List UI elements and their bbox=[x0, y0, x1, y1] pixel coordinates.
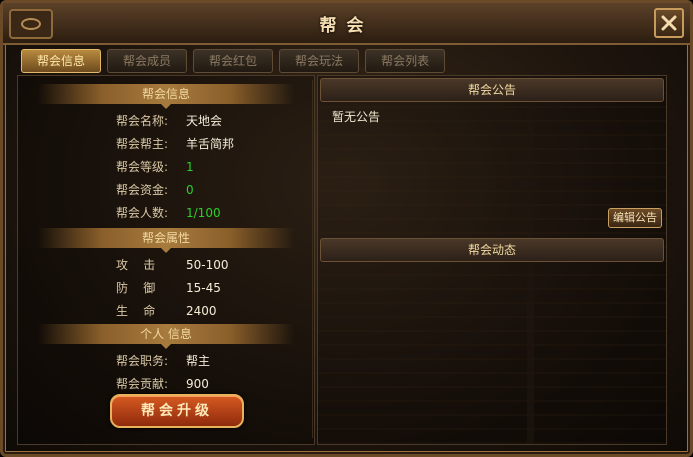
attr-label: 防 御 bbox=[116, 281, 156, 295]
info-value: 0 bbox=[186, 183, 194, 197]
info-value: 天地会 bbox=[186, 114, 223, 128]
personal-label: 帮会贡献: bbox=[116, 377, 169, 391]
personal-row-contribution: 帮会贡献: 900 bbox=[116, 375, 209, 392]
section-title-info: 帮会信息 bbox=[38, 84, 294, 109]
dynamics-title: 帮会动态 bbox=[320, 238, 664, 262]
tab-guild-info[interactable]: 帮会信息 bbox=[21, 49, 102, 73]
close-icon bbox=[661, 15, 677, 31]
info-row-level: 帮会等级: 1 bbox=[116, 158, 194, 175]
window-title: 帮会 bbox=[319, 16, 374, 36]
attr-value: 50-100 bbox=[186, 258, 229, 272]
attr-row-hp: 生 命 2400 bbox=[116, 302, 217, 319]
personal-value: 帮主 bbox=[186, 354, 211, 368]
panel-divider bbox=[312, 80, 313, 438]
info-row-funds: 帮会资金: 0 bbox=[116, 181, 194, 198]
close-button[interactable] bbox=[654, 8, 684, 38]
attr-row-attack: 攻 击 50-100 bbox=[116, 256, 229, 273]
guild-upgrade-button[interactable]: 帮会升级 bbox=[110, 394, 244, 428]
info-value: 1/100 bbox=[186, 206, 221, 220]
info-label: 帮会等级: bbox=[116, 160, 169, 174]
attr-label: 生 命 bbox=[116, 304, 156, 318]
guild-notice-panel: 帮会公告 暂无公告 编辑公告 帮会动态 bbox=[317, 75, 667, 445]
personal-value: 900 bbox=[186, 377, 209, 391]
section-title-personal: 个人 信息 bbox=[38, 324, 294, 349]
info-label: 帮会名称: bbox=[116, 114, 169, 128]
info-label: 帮会人数: bbox=[116, 206, 169, 220]
tab-guild-list[interactable]: 帮会列表 bbox=[365, 49, 446, 73]
info-label: 帮会帮主: bbox=[116, 137, 169, 151]
attr-value: 2400 bbox=[186, 304, 217, 318]
info-row-members: 帮会人数: 1/100 bbox=[116, 204, 221, 221]
attr-row-defense: 防 御 15-45 bbox=[116, 279, 221, 296]
personal-label: 帮会职务: bbox=[116, 354, 169, 368]
attr-value: 15-45 bbox=[186, 281, 221, 295]
edit-notice-button[interactable]: 编辑公告 bbox=[608, 208, 662, 228]
info-label: 帮会资金: bbox=[116, 183, 169, 197]
notice-title: 帮会公告 bbox=[320, 78, 664, 102]
info-value: 1 bbox=[186, 160, 194, 174]
title-bar: 帮会 bbox=[3, 3, 690, 45]
tab-guild-red-packet[interactable]: 帮会红包 bbox=[193, 49, 274, 73]
personal-row-position: 帮会职务: 帮主 bbox=[116, 352, 210, 369]
notice-text: 暂无公告 bbox=[332, 110, 381, 124]
info-value: 羊舌简邦 bbox=[186, 137, 235, 151]
tab-guild-members[interactable]: 帮会成员 bbox=[107, 49, 188, 73]
info-row-leader: 帮会帮主: 羊舌简邦 bbox=[116, 135, 234, 152]
guild-window: 帮会 帮会信息 帮会成员 帮会红包 帮会玩法 帮会列表 帮会信息 帮会名称: 天地… bbox=[0, 0, 693, 457]
tab-guild-gameplay[interactable]: 帮会玩法 bbox=[279, 49, 360, 73]
attr-label: 攻 击 bbox=[116, 258, 156, 272]
info-row-name: 帮会名称: 天地会 bbox=[116, 112, 222, 129]
guild-info-panel: 帮会信息 帮会名称: 天地会 帮会帮主: 羊舌简邦 帮会等级: 1 帮会资金: 0 帮会… bbox=[17, 75, 315, 445]
tab-bar: 帮会信息 帮会成员 帮会红包 帮会玩法 帮会列表 bbox=[21, 49, 446, 73]
section-title-attributes: 帮会属性 bbox=[38, 228, 294, 253]
